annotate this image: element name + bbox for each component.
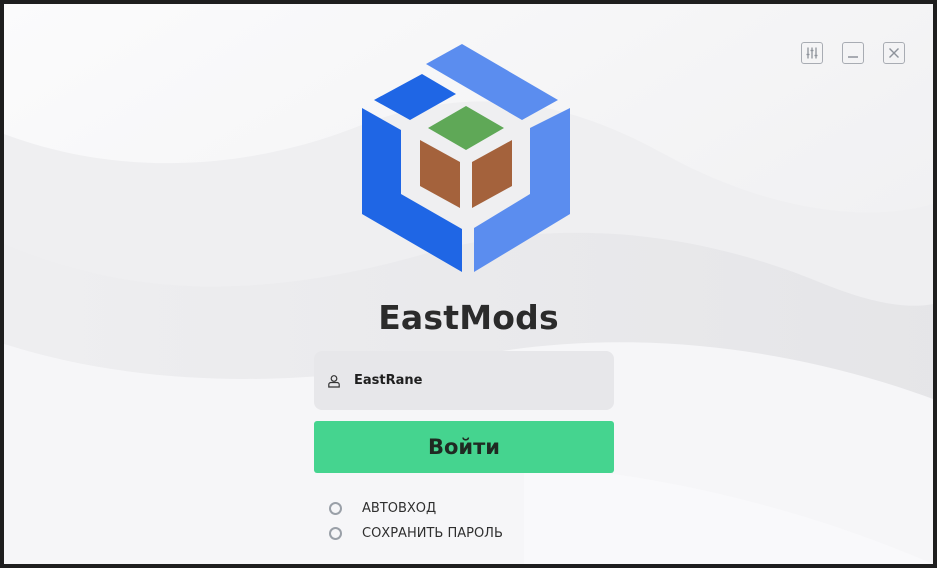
minimize-icon[interactable]	[842, 42, 864, 64]
sliders-icon[interactable]	[801, 42, 823, 64]
app-logo-cube-icon	[362, 44, 570, 272]
close-icon[interactable]	[883, 42, 905, 64]
login-button[interactable]: Войти	[314, 421, 614, 473]
username-field[interactable]	[314, 351, 614, 410]
autologin-option[interactable]: АВТОВХОД	[329, 501, 436, 516]
app-title: EastMods	[378, 298, 559, 337]
window-controls	[801, 42, 905, 64]
save-password-option[interactable]: СОХРАНИТЬ ПАРОЛЬ	[329, 526, 503, 541]
autologin-radio[interactable]	[329, 502, 342, 515]
autologin-label: АВТОВХОД	[362, 501, 437, 516]
launcher-window: EastMods Войти АВТОВХОД СОХРАНИТЬ ПАРОЛЬ	[4, 4, 933, 564]
user-icon	[326, 373, 342, 389]
username-input[interactable]	[354, 373, 594, 388]
save-password-label: СОХРАНИТЬ ПАРОЛЬ	[362, 526, 503, 541]
save-password-radio[interactable]	[329, 527, 342, 540]
